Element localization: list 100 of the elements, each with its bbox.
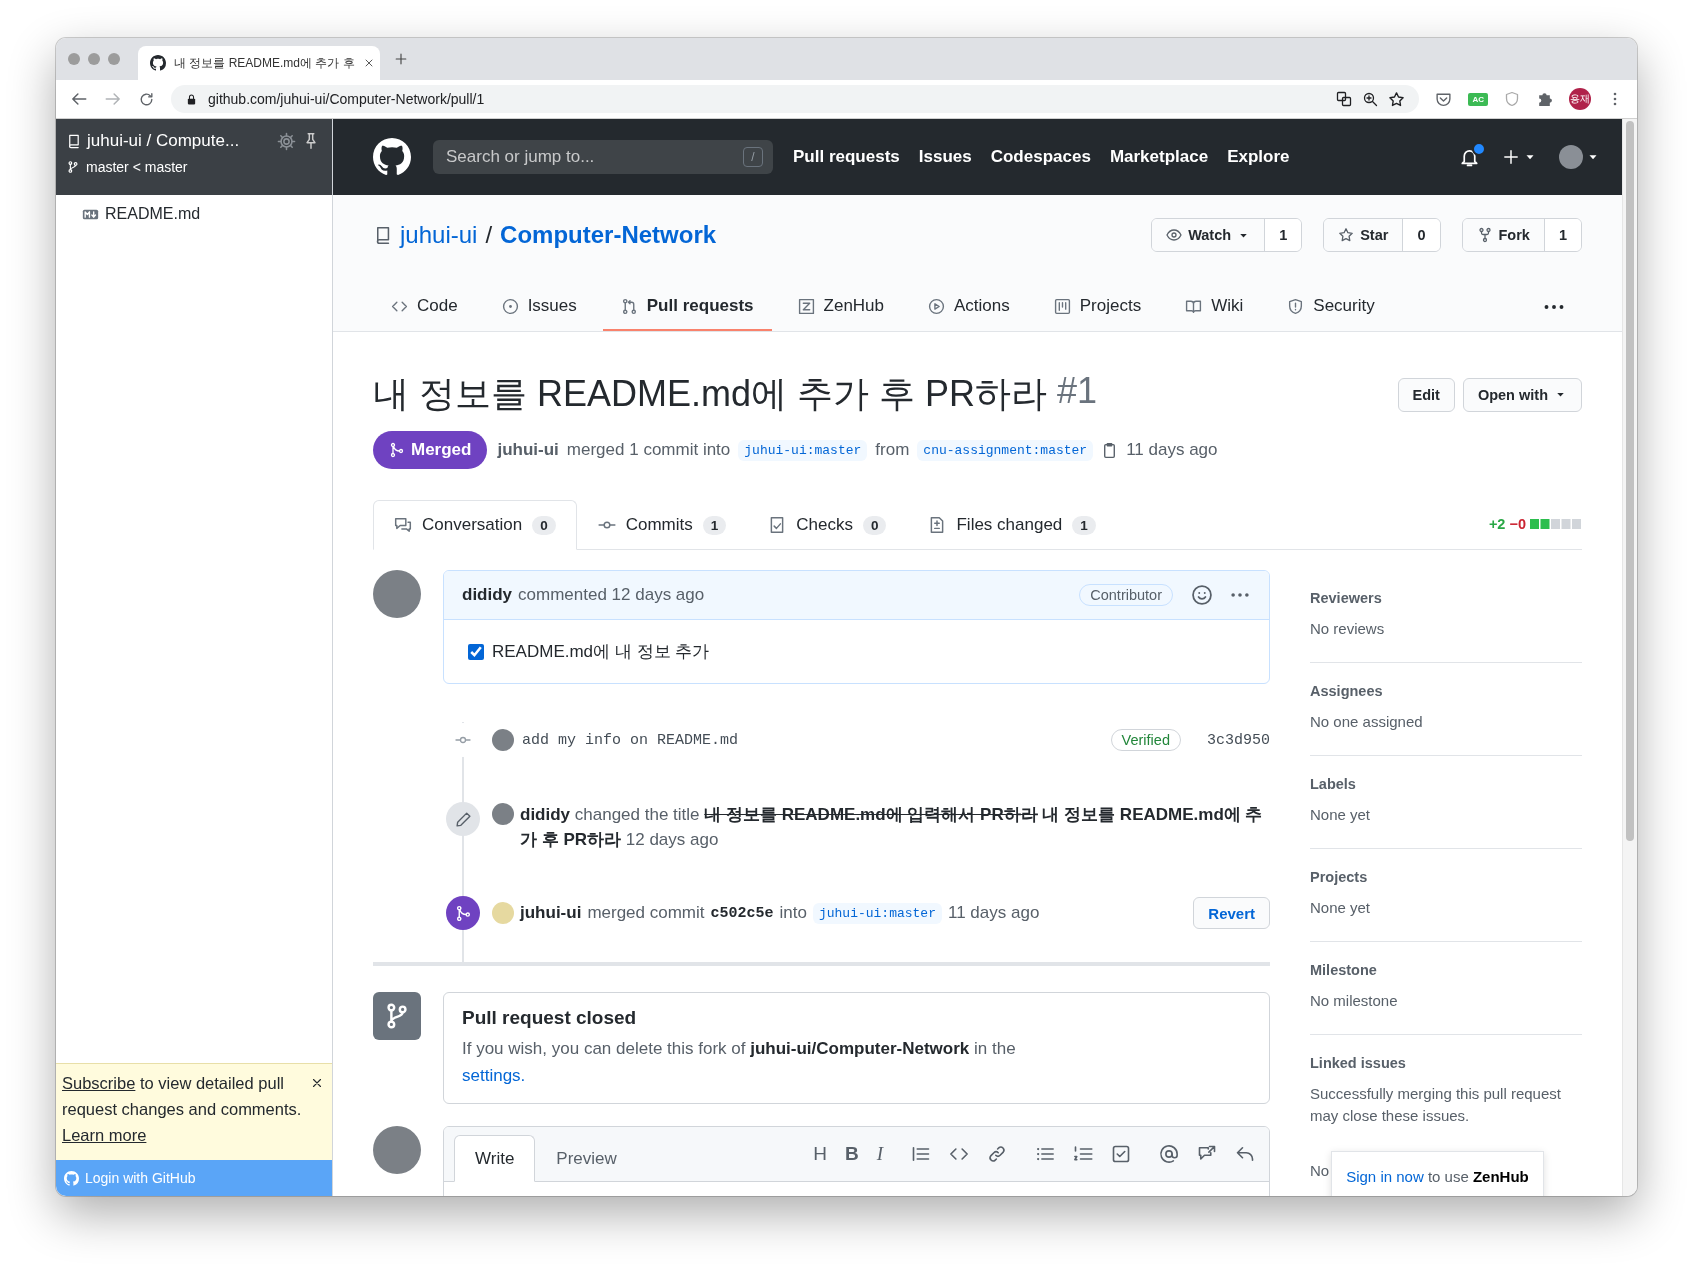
bookmark-star-icon[interactable]	[1388, 90, 1406, 108]
editor-tab[interactable]: Write	[454, 1135, 536, 1182]
repo-tab[interactable]: Code	[373, 283, 476, 331]
sidebar-value: No milestone	[1310, 991, 1399, 1011]
branch-link[interactable]: juhui-ui:master	[812, 902, 942, 924]
task-checkbox[interactable]	[468, 643, 484, 660]
pocket-icon[interactable]	[1435, 90, 1453, 108]
learn-more-link[interactable]: Learn more	[62, 1126, 147, 1144]
plus-icon	[1502, 148, 1520, 166]
sidebar-heading: Assignees	[1310, 683, 1384, 699]
repository-name[interactable]: juhui-ui / Compute...	[87, 131, 240, 151]
profile-avatar[interactable]: 용재	[1569, 88, 1591, 110]
settings-link[interactable]: settings.	[462, 1066, 526, 1085]
repository-link[interactable]: Computer-Network	[500, 221, 717, 249]
close-icon[interactable]	[310, 1076, 324, 1090]
timestamp: 11 days ago	[948, 903, 1040, 923]
sign-in-link[interactable]: Sign in now	[1346, 1168, 1424, 1185]
sidebar-heading: Projects	[1310, 869, 1369, 885]
scrollbar[interactable]	[1622, 119, 1637, 1196]
back-icon[interactable]	[70, 90, 88, 108]
fork-icon	[1476, 227, 1493, 243]
star-button[interactable]: Star	[1324, 219, 1404, 251]
commit-sha-link[interactable]: 3c3d950	[1207, 731, 1270, 749]
italic-tool[interactable]: I	[876, 1143, 883, 1165]
browser-tab[interactable]: 내 정보를 README.md에 추가 후	[138, 46, 380, 80]
repo-tab[interactable]: Pull requests	[602, 283, 772, 331]
comment-editor[interactable]: Write Preview H B I	[443, 1126, 1270, 1196]
nav-link[interactable]: Issues	[918, 147, 972, 167]
nav-link[interactable]: Explore	[1227, 147, 1290, 167]
translate-icon[interactable]	[1336, 91, 1353, 107]
smiley-icon[interactable]	[1191, 584, 1213, 606]
task-text: README.md에 내 정보 추가	[492, 641, 710, 663]
author-link[interactable]: dididy	[462, 585, 513, 605]
pull-request-title: 내 정보를 README.md에 추가 후 PR하라	[373, 372, 1048, 416]
repo-tab[interactable]: Projects	[1035, 283, 1160, 331]
pull-request-tab[interactable]: Checks 0	[747, 500, 908, 550]
repo-tab[interactable]: Security	[1269, 283, 1393, 331]
avatar	[492, 729, 514, 751]
mention-icon[interactable]	[1159, 1144, 1179, 1164]
settings-icon[interactable]	[277, 131, 296, 151]
new-tab-icon[interactable]	[394, 52, 408, 66]
star-icon	[1338, 227, 1355, 243]
pull-request-tab[interactable]: Files changed 1	[907, 500, 1117, 550]
watch-count[interactable]: 1	[1265, 219, 1302, 251]
repo-tab[interactable]: ZenHub	[779, 283, 903, 331]
github-logo-icon[interactable]	[373, 138, 411, 176]
sidebar-heading: Milestone	[1310, 962, 1378, 978]
editor-tab[interactable]: Preview	[535, 1135, 638, 1182]
sidebar-heading: Labels	[1310, 776, 1357, 792]
avatar	[492, 902, 514, 924]
star-count[interactable]: 0	[1403, 219, 1440, 251]
octocat-icon	[64, 1170, 79, 1186]
branch-name: master < master	[86, 159, 188, 175]
file-tree-item[interactable]: README.md	[82, 205, 332, 223]
nav-link[interactable]: Codespaces	[990, 147, 1091, 167]
zenhub-popup: Sign in now to use ZenHub	[1331, 1151, 1544, 1196]
avatar	[373, 570, 421, 618]
pull-request-tab[interactable]: Commits 1	[576, 500, 748, 550]
revert-button[interactable]: Revert	[1193, 897, 1270, 929]
diffstat-drawing	[1530, 519, 1582, 529]
heading-tool[interactable]: H	[813, 1143, 827, 1165]
task-list-icon[interactable]	[1111, 1144, 1131, 1164]
watch-button[interactable]: Watch	[1152, 219, 1266, 251]
scrollbar-thumb[interactable]	[1626, 121, 1634, 841]
additions-count: +2	[1488, 516, 1506, 532]
address-bar[interactable]: github.com/juhui-ui/Computer-Network/pull/1	[171, 85, 1420, 113]
eye-icon	[1166, 227, 1183, 243]
edit-button[interactable]: Edit	[1397, 377, 1455, 412]
quote-icon[interactable]	[911, 1144, 931, 1164]
summary-text: from	[875, 440, 910, 460]
comment-meta: commented 12 days ago	[518, 585, 705, 605]
author-link[interactable]: juhui-ui	[497, 440, 559, 460]
lock-icon	[185, 92, 198, 106]
reload-icon[interactable]	[138, 90, 155, 108]
commit-message-link[interactable]: add my info on README.md	[522, 731, 739, 749]
fork-button[interactable]: Fork	[1462, 219, 1545, 251]
repo-tab[interactable]: Wiki	[1167, 283, 1262, 331]
puzzle-icon[interactable]	[1536, 90, 1553, 108]
nav-link[interactable]: Marketplace	[1109, 147, 1209, 167]
fork-count[interactable]: 1	[1544, 219, 1581, 251]
commit-sha-link[interactable]: c502c5e	[710, 904, 774, 922]
bold-tool[interactable]: B	[844, 1143, 859, 1165]
repo-tab[interactable]: Actions	[910, 283, 1028, 331]
repo-tab[interactable]: Issues	[483, 283, 595, 331]
owner-link[interactable]: juhui-ui	[400, 221, 478, 249]
zoom-icon[interactable]	[1362, 91, 1379, 107]
nav-link[interactable]: Pull requests	[793, 147, 900, 167]
branch-link[interactable]: cnu-assignment:master	[917, 439, 1094, 461]
subscribe-link[interactable]: Subscribe	[62, 1074, 136, 1092]
open-with-button[interactable]: Open with	[1462, 377, 1582, 412]
event-title: Pull request closed	[462, 1007, 638, 1029]
keyboard-shortcut-key: /	[743, 147, 763, 167]
sidebar-value: No one assigned	[1310, 712, 1424, 732]
pull-request-tab[interactable]: Conversation 0	[373, 500, 577, 550]
author-link[interactable]: juhui-ui	[520, 903, 582, 923]
reply-icon[interactable]	[1235, 1144, 1255, 1164]
link-icon[interactable]	[987, 1144, 1007, 1164]
avatar	[1559, 145, 1583, 169]
branch-link[interactable]: juhui-ui:master	[738, 439, 868, 461]
event-description: If you wish, you can delete this fork of juhui-ui/Computer-Network in the settings.	[462, 1038, 1017, 1087]
